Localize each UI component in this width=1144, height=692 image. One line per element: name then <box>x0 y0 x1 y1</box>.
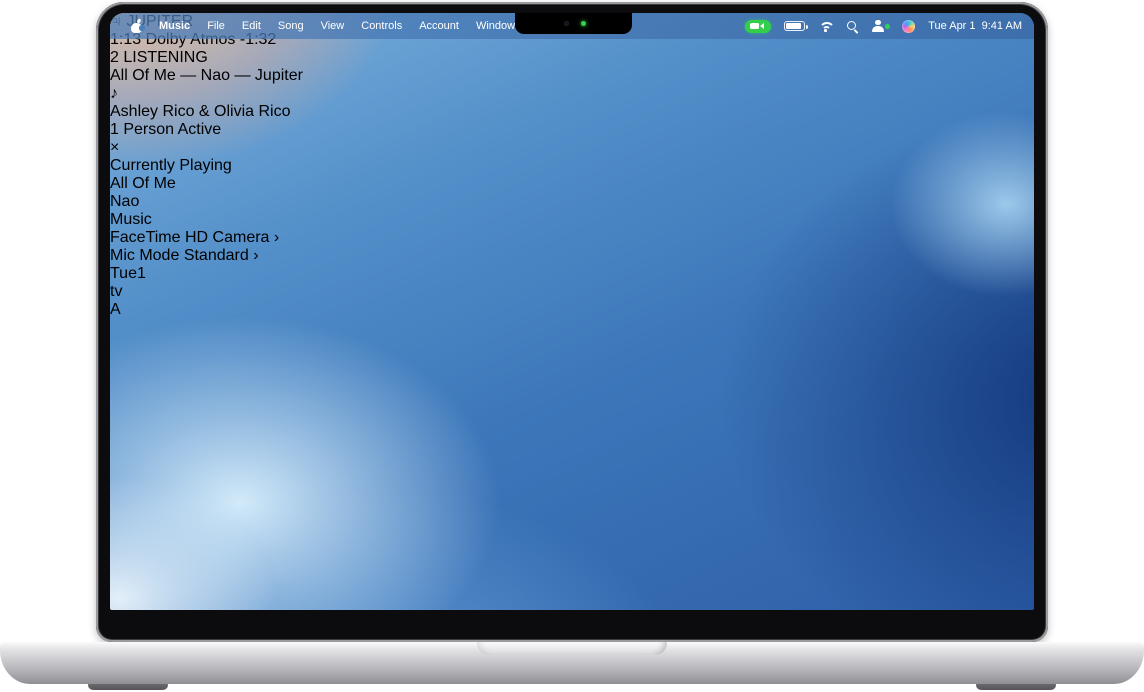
wifi-icon[interactable] <box>818 21 833 32</box>
menu-bar-status: Tue Apr 1 9:41 AM <box>745 13 1022 39</box>
menu-items-container: FileEditSongViewControlsAccountWindowHel… <box>207 20 555 32</box>
menu-bar-left: Music File Edit Song View Controls Account Win… <box>110 20 555 33</box>
siri-icon[interactable] <box>902 20 915 33</box>
display-notch <box>515 13 632 34</box>
macos-desktop: Music File Edit Song View Controls Account Win… <box>110 13 1034 610</box>
apple-menu-icon[interactable] <box>131 20 142 33</box>
menu-file[interactable]: File <box>207 20 225 32</box>
menu-view[interactable]: View <box>321 20 345 32</box>
menu-window[interactable]: Window <box>476 20 515 32</box>
track-info: All Of Me — Nao — Jupiter <box>110 67 1034 85</box>
music-app-badge-icon: ♪ <box>110 85 118 102</box>
battery-icon[interactable] <box>784 21 805 31</box>
active-app-menu[interactable]: Music <box>159 20 190 32</box>
user-presence-icon[interactable] <box>872 20 889 33</box>
camera-active-led <box>581 21 586 26</box>
macbook-desktop-screenshot: Music File Edit Song View Controls Account Win… <box>0 0 1144 692</box>
listening-count: 2 LISTENING <box>110 49 208 66</box>
menu-controls[interactable]: Controls <box>361 20 402 32</box>
lid-opening-notch <box>477 642 667 655</box>
menu-edit[interactable]: Edit <box>242 20 261 32</box>
macbook-base <box>0 642 1144 684</box>
menu-bar-clock[interactable]: Tue Apr 1 9:41 AM <box>928 20 1022 32</box>
spotlight-search-icon[interactable] <box>846 20 859 33</box>
menu-song[interactable]: Song <box>278 20 304 32</box>
facetime-active-indicator-icon[interactable] <box>745 20 771 33</box>
camera-lens-icon <box>564 21 569 26</box>
facetime-video-window[interactable] <box>190 85 723 445</box>
menu-account[interactable]: Account <box>419 20 459 32</box>
online-dot-icon <box>885 24 890 29</box>
